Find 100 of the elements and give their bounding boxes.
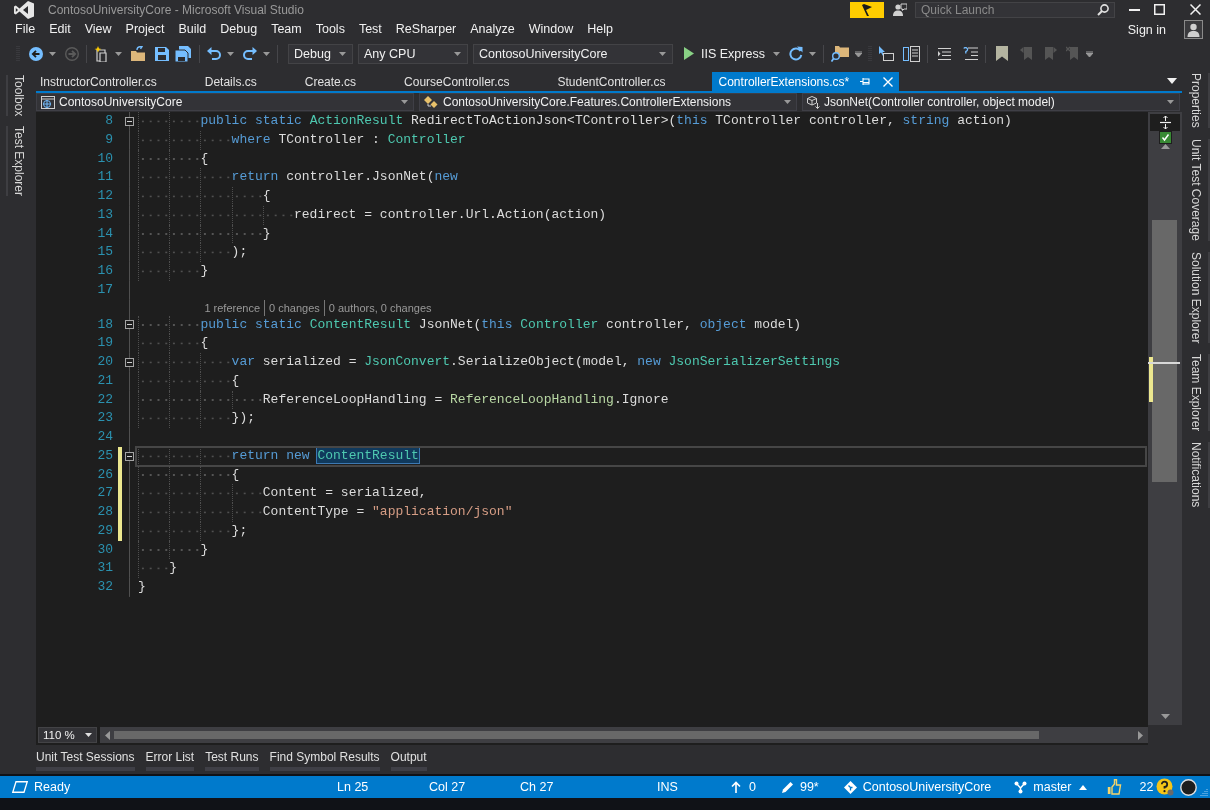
project-dropdown[interactable]: ContosoUniversityCore — [36, 93, 414, 111]
menu-item[interactable]: Analyze — [463, 19, 522, 40]
tool-window-tab[interactable]: Unit Test Coverage — [1186, 138, 1210, 241]
collapse-icon[interactable] — [125, 451, 134, 461]
help-icon[interactable] — [1156, 778, 1175, 796]
scrollbar-thumb[interactable] — [114, 731, 1039, 739]
globe-window-icon[interactable] — [41, 95, 55, 109]
overflow-icon[interactable] — [854, 50, 862, 57]
caret-icon[interactable] — [808, 51, 816, 56]
refresh-icon[interactable] — [788, 46, 803, 61]
collapse-icon[interactable] — [125, 116, 134, 126]
caret-icon[interactable] — [659, 51, 666, 56]
document-tab[interactable]: Create.cs — [300, 72, 401, 91]
indent-lines-icon[interactable] — [937, 47, 951, 60]
menu-item[interactable]: Tools — [308, 19, 352, 40]
collapse-icon[interactable] — [125, 320, 134, 330]
flag-icon[interactable] — [850, 1, 884, 18]
document-tab[interactable]: StudentController.cs — [553, 72, 710, 91]
tool-window-tab[interactable]: Unit Test Sessions — [36, 748, 135, 771]
tool-window-tab[interactable]: Solution Explorer — [1186, 251, 1210, 343]
undo-icon[interactable] — [207, 46, 221, 61]
notification-count[interactable]: 22 — [1139, 780, 1154, 794]
menu-item[interactable]: View — [77, 19, 119, 40]
minimize-icon[interactable] — [1129, 8, 1140, 11]
menu-item[interactable]: Edit — [42, 19, 78, 40]
cube-icon[interactable] — [807, 95, 820, 109]
tab-list-icon[interactable] — [1167, 78, 1177, 84]
caret-icon[interactable] — [263, 51, 270, 56]
changes-count[interactable]: 99* — [799, 780, 819, 794]
repository-name[interactable]: ContosoUniversityCore — [862, 780, 992, 794]
tool-window-tab[interactable]: Team Explorer — [1186, 353, 1210, 432]
scroll-left-icon[interactable] — [105, 730, 110, 740]
caret-icon[interactable] — [454, 51, 461, 56]
document-tab[interactable]: CourseController.cs — [400, 72, 554, 91]
caret-up-icon[interactable] — [1079, 784, 1088, 790]
pencil-icon[interactable] — [781, 781, 794, 793]
caret-icon[interactable] — [401, 100, 408, 104]
scroll-right-icon[interactable] — [1138, 730, 1143, 740]
tool-window-tab[interactable]: Output — [390, 748, 427, 771]
pin-icon[interactable] — [860, 77, 871, 86]
menu-item[interactable]: ReSharper — [388, 19, 464, 40]
document-tab[interactable]: Details.cs — [200, 72, 301, 91]
documents-icon[interactable] — [902, 45, 920, 62]
save-all-icon[interactable] — [175, 45, 192, 62]
folder-search-icon[interactable] — [830, 45, 849, 62]
zoom-dropdown[interactable]: 110 % — [38, 727, 97, 743]
tool-window-tab[interactable]: Notifications — [1186, 442, 1210, 508]
caret-icon[interactable] — [784, 100, 791, 104]
caret-icon[interactable] — [772, 51, 780, 56]
person-chat-icon[interactable] — [893, 2, 907, 17]
maximize-icon[interactable] — [1154, 4, 1165, 15]
circle-icon[interactable] — [1180, 778, 1198, 796]
tool-window-tab[interactable]: Test Runs — [205, 748, 259, 771]
user-icon[interactable] — [1184, 20, 1203, 39]
search-icon[interactable] — [1097, 3, 1109, 16]
configuration-dropdown[interactable]: Debug — [288, 43, 353, 64]
redo-icon[interactable] — [243, 46, 257, 61]
class-diamonds-icon[interactable] — [424, 95, 439, 109]
document-tab[interactable]: ControllerExtensions.cs* — [711, 72, 900, 91]
overflow-icon[interactable] — [1085, 50, 1093, 57]
comment-lines-icon[interactable] — [962, 47, 978, 60]
scroll-down-icon[interactable] — [1160, 714, 1170, 719]
tool-window-tab[interactable]: Test Explorer — [6, 126, 29, 197]
caret-icon[interactable] — [1167, 100, 1174, 104]
insert-mode-indicator[interactable]: INS — [657, 780, 731, 794]
splitter-icon[interactable] — [1159, 116, 1171, 129]
caret-icon[interactable] — [339, 51, 346, 56]
menu-item[interactable]: Window — [521, 19, 581, 40]
play-icon[interactable] — [684, 47, 694, 60]
logo-icon[interactable] — [14, 0, 34, 19]
tool-window-tab[interactable]: Find Symbol Results — [269, 748, 380, 771]
member-dropdown[interactable]: JsonNet(Controller controller, object model) — [802, 93, 1180, 111]
platform-dropdown[interactable]: Any CPU — [358, 43, 468, 64]
caret-icon[interactable] — [85, 733, 92, 737]
bookmark-icon[interactable] — [995, 46, 1008, 61]
startup-project-dropdown[interactable]: ContosoUniversityCore — [473, 43, 673, 64]
tool-window-tab[interactable]: Error List — [145, 748, 195, 771]
open-folder-icon[interactable] — [131, 46, 146, 61]
menu-item[interactable]: File — [8, 19, 43, 40]
pointer-box-icon[interactable] — [877, 46, 894, 61]
branch-name[interactable]: master — [1033, 780, 1072, 794]
close-icon[interactable] — [1190, 4, 1201, 15]
tool-window-tab[interactable]: Toolbox — [6, 75, 29, 117]
codelens-link[interactable]: 0 changes — [264, 299, 324, 316]
new-project-icon[interactable] — [94, 45, 109, 62]
caret-icon[interactable] — [227, 51, 234, 56]
tool-window-tab[interactable]: Properties — [1186, 73, 1210, 128]
menu-item[interactable]: Debug — [213, 19, 265, 40]
collapse-icon[interactable] — [125, 357, 134, 367]
back-icon[interactable] — [29, 46, 43, 61]
thumbs-up-icon[interactable] — [1107, 779, 1124, 795]
branch-icon[interactable] — [1014, 780, 1028, 794]
type-dropdown[interactable]: ContosoUniversityCore.Features.ControllerExtensions — [419, 93, 797, 111]
scrollbar-thumb[interactable] — [1152, 220, 1177, 482]
sign-in-link[interactable]: Sign in — [1127, 22, 1166, 37]
unpushed-count[interactable]: 0 — [749, 780, 756, 794]
document-tab[interactable]: InstructorController.cs — [36, 72, 201, 91]
menu-item[interactable]: Project — [118, 19, 172, 40]
quick-launch-field[interactable]: Quick Launch — [915, 1, 1115, 18]
codelens-link[interactable]: 1 reference — [200, 299, 265, 316]
